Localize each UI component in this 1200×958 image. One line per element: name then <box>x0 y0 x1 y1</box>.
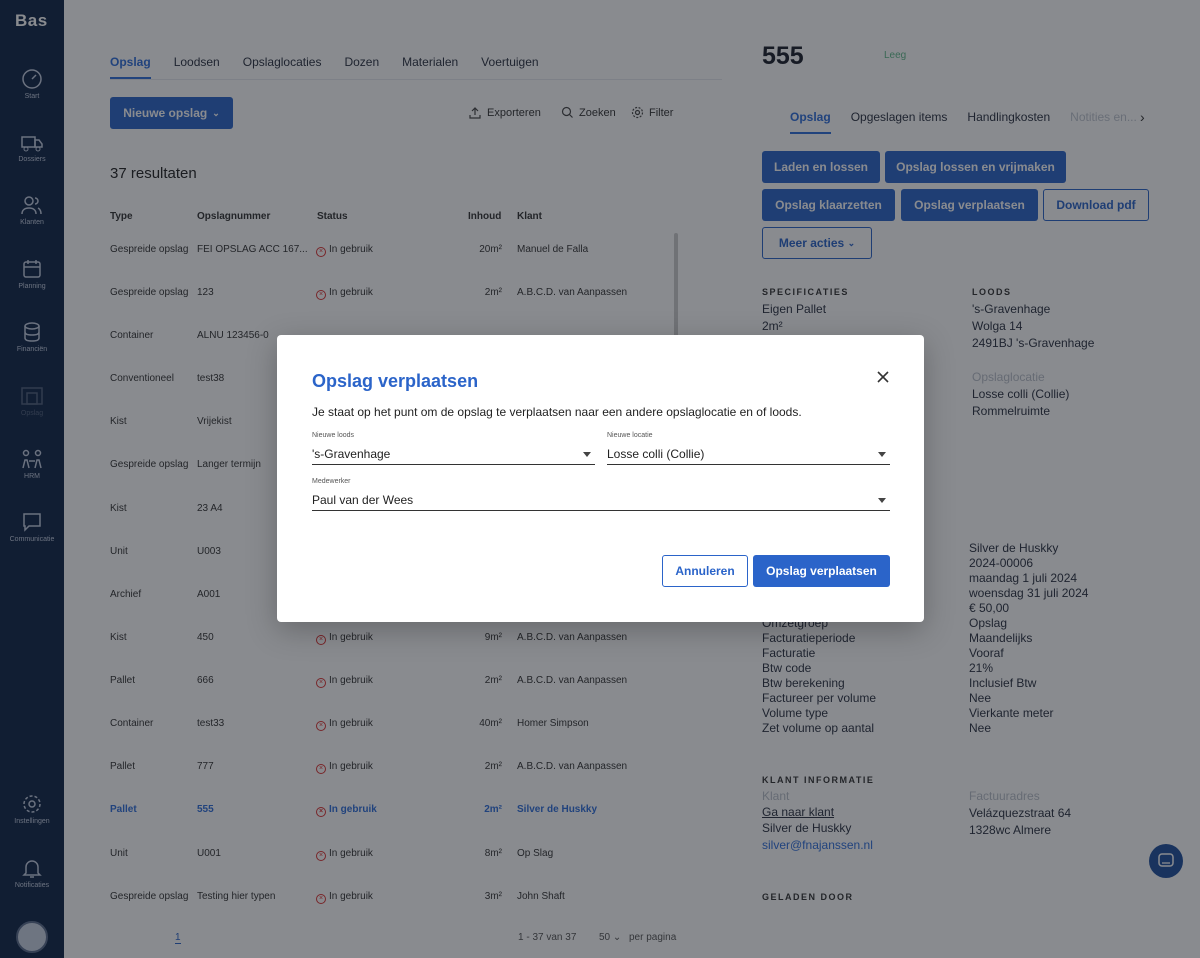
caret-down-icon <box>583 452 591 457</box>
caret-down-icon <box>878 452 886 457</box>
dialog-description: Je staat op het punt om de opslag te ver… <box>312 405 802 419</box>
new-location-value: Losse colli (Collie) <box>607 446 705 461</box>
move-storage-dialog: Opslag verplaatsen Je staat op het punt … <box>277 335 924 622</box>
close-icon[interactable] <box>875 369 891 385</box>
new-warehouse-value: 's-Gravenhage <box>312 446 391 461</box>
new-warehouse-select[interactable]: 's-Gravenhage <box>312 443 595 465</box>
employee-select[interactable]: Paul van der Wees <box>312 489 890 511</box>
cancel-button[interactable]: Annuleren <box>662 555 748 587</box>
employee-value: Paul van der Wees <box>312 492 414 507</box>
confirm-move-button[interactable]: Opslag verplaatsen <box>753 555 890 587</box>
new-location-label: Nieuwe locatie <box>607 432 653 439</box>
new-location-select[interactable]: Losse colli (Collie) <box>607 443 890 465</box>
new-warehouse-label: Nieuwe loods <box>312 432 355 439</box>
employee-label: Medewerker <box>312 478 351 485</box>
dialog-title: Opslag verplaatsen <box>312 371 479 391</box>
caret-down-icon <box>878 498 886 503</box>
